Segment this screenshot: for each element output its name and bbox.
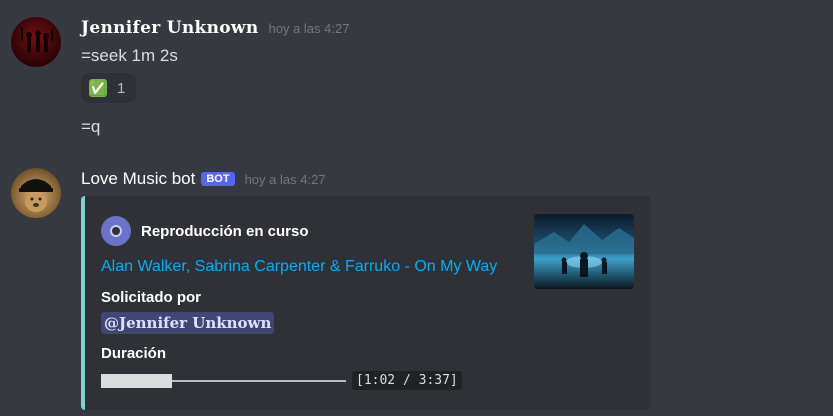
- message-text: =q: [81, 117, 101, 136]
- timestamp: hoy a las 4:27: [268, 21, 350, 36]
- field-requested-by-label: Solicitado por: [101, 289, 202, 306]
- message-jennifer: Jennifer Unknown hoy a las 4:27 =seek 1m…: [0, 0, 833, 150]
- avatar[interactable]: [11, 17, 61, 67]
- field-duration-label: Duración: [101, 345, 167, 362]
- reaction-button[interactable]: ✅ 1: [81, 73, 136, 103]
- thumbnail-image: [534, 224, 634, 277]
- bot-badge: BOT: [201, 172, 235, 186]
- check-mark-icon: ✅: [89, 79, 107, 97]
- embed-author: Reproducción en curso: [101, 216, 309, 246]
- author-name[interactable]: Love Music bot: [81, 169, 195, 189]
- progress-bar: [1:02 / 3:37]: [101, 371, 462, 390]
- reaction-count: 1: [117, 79, 126, 97]
- avatar[interactable]: [11, 168, 61, 218]
- track-title-link[interactable]: Alan Walker, Sabrina Carpenter & Farruko…: [101, 258, 497, 276]
- progress-filled: [101, 373, 172, 388]
- track-thumbnail[interactable]: [534, 214, 634, 289]
- now-playing-embed: Reproducción en curso Alan Walker, Sabri…: [81, 196, 650, 410]
- author-name[interactable]: Jennifer Unknown: [81, 18, 259, 38]
- message-text: =seek 1m 2s: [81, 46, 178, 65]
- avatar-image: [21, 27, 53, 52]
- avatar-image: [19, 179, 53, 212]
- message-header: Jennifer Unknown hoy a las 4:27: [81, 18, 349, 38]
- embed-author-name: Reproducción en curso: [141, 222, 309, 240]
- progress-remaining: [172, 379, 346, 382]
- disc-icon: [101, 216, 131, 246]
- user-mention[interactable]: @Jennifer Unknown: [101, 312, 275, 334]
- message-header: Love Music bot BOT hoy a las 4:27: [81, 169, 326, 189]
- duration-time: [1:02 / 3:37]: [352, 371, 462, 390]
- timestamp: hoy a las 4:27: [244, 172, 326, 187]
